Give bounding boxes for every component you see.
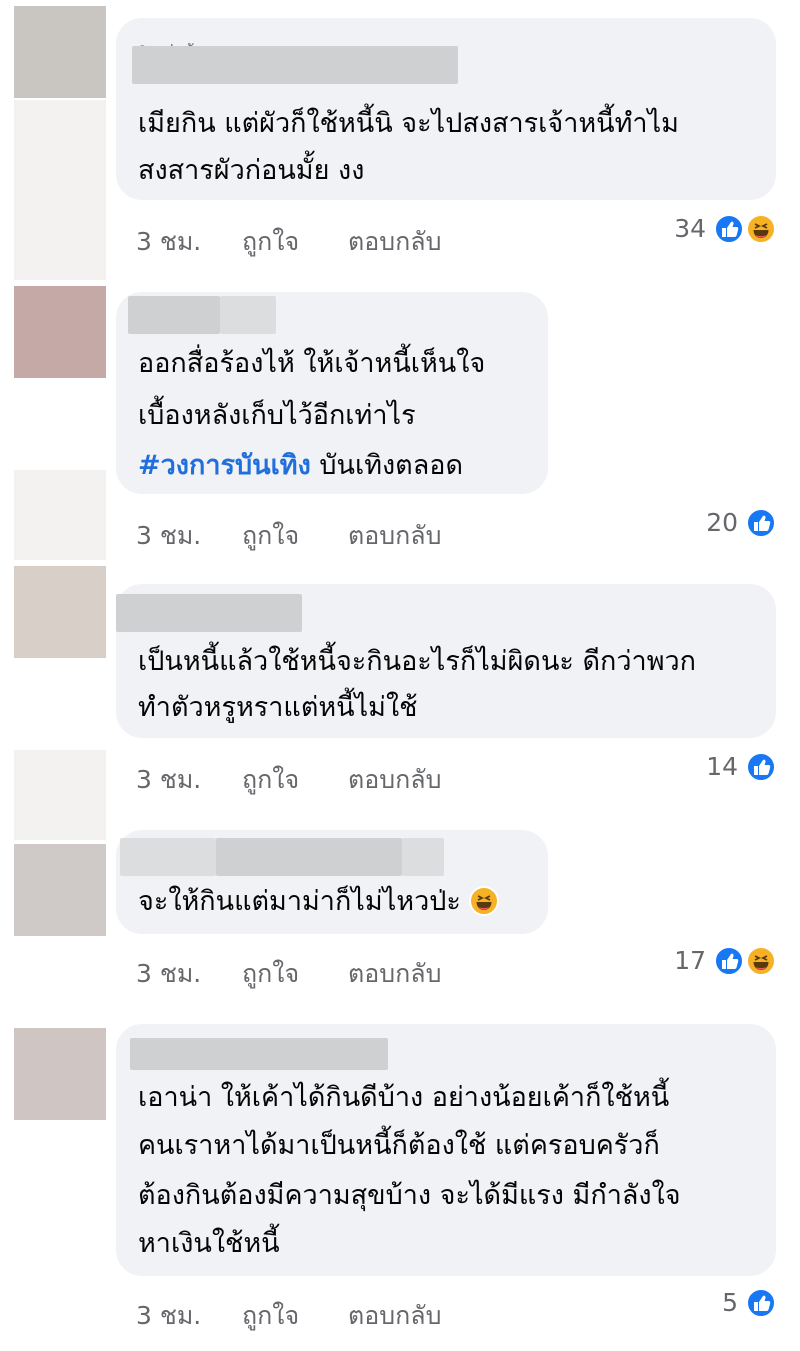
comment-text: #วงการบันเทิง บันเทิงตลอด xyxy=(138,448,463,484)
reaction-count[interactable]: 34 xyxy=(674,214,706,243)
avatar-placeholder xyxy=(14,470,106,560)
comment-text: เมียกิน แต่ผัวก็ใช้หนี้นิ จะไปสงสารเจ้าห… xyxy=(138,108,679,139)
avatar[interactable] xyxy=(14,6,106,98)
comment-time[interactable]: 3 ชม. xyxy=(136,222,201,262)
comment-bubble: ออกสื่อร้องไห้ ให้เจ้าหนี้เห็นใจ เบื้องห… xyxy=(116,292,548,494)
like-link[interactable]: ถูกใจ xyxy=(242,760,299,800)
like-icon xyxy=(714,946,744,976)
comment-bubble: จะให้กินแต่มาม่าก็ไม่ไหวป่ะ xyxy=(116,830,548,934)
like-icon xyxy=(746,752,776,782)
comment-text: เบื้องหลังเก็บไว้อีกเท่าไร xyxy=(138,400,416,431)
comment-text: ออกสื่อร้องไห้ ให้เจ้าหนี้เห็นใจ xyxy=(138,348,486,379)
comment-bubble: เป็นหนี้แล้วใช้หนี้จะกินอะไรก็ไม่ผิดนะ ด… xyxy=(116,584,776,738)
avatar[interactable] xyxy=(14,566,106,658)
comment-time[interactable]: 3 ชม. xyxy=(136,1296,201,1336)
hashtag-link[interactable]: #วงการบันเทิง xyxy=(138,450,311,481)
comment-text: คนเราหาได้มาเป็นหนี้ก็ต้องใช้ แต่ครอบครั… xyxy=(138,1130,660,1161)
comment-time[interactable]: 3 ชม. xyxy=(136,516,201,556)
comment-text: จะให้กินแต่มาม่าก็ไม่ไหวป่ะ xyxy=(138,884,500,920)
reaction-count[interactable]: 14 xyxy=(706,752,738,781)
reaction-count[interactable]: 17 xyxy=(674,946,706,975)
comment-text-tail: บันเทิงตลอด xyxy=(310,450,464,481)
avatar-placeholder xyxy=(14,750,106,840)
avatar[interactable] xyxy=(14,844,106,936)
avatar[interactable] xyxy=(14,286,106,378)
haha-icon xyxy=(746,214,776,244)
reply-link[interactable]: ตอบกลับ xyxy=(348,516,441,556)
comment-text: ต้องกินต้องมีความสุขบ้าง จะได้มีแรง มีกำ… xyxy=(138,1180,681,1211)
comment-bubble: ⊕ แฟนตัวยง เมียกิน แต่ผัวก็ใช้หนี้นิ จะไ… xyxy=(116,18,776,200)
reply-link[interactable]: ตอบกลับ xyxy=(348,760,441,800)
like-link[interactable]: ถูกใจ xyxy=(242,516,299,556)
comment-text: หาเงินใช้หนี้ xyxy=(138,1228,280,1259)
comment-text: ทำตัวหรูหราแต่หนี้ไม่ใช้ xyxy=(138,692,418,723)
commenter-name[interactable] xyxy=(128,296,220,334)
reaction-count[interactable]: 5 xyxy=(722,1288,738,1317)
comment-time[interactable]: 3 ชม. xyxy=(136,760,201,800)
reply-link[interactable]: ตอบกลับ xyxy=(348,222,441,262)
like-icon xyxy=(746,1288,776,1318)
reply-link[interactable]: ตอบกลับ xyxy=(348,1296,441,1336)
comment-text: สงสารผัวก่อนมั้ย งง xyxy=(138,155,365,186)
avatar-placeholder xyxy=(14,100,106,280)
reaction-count[interactable]: 20 xyxy=(706,508,738,537)
reply-link[interactable]: ตอบกลับ xyxy=(348,954,441,994)
comment-text: เอาน่า ให้เค้าได้กินดีบ้าง อย่างน้อยเค้า… xyxy=(138,1082,670,1113)
avatar[interactable] xyxy=(14,1028,106,1120)
laughing-emoji-icon xyxy=(469,886,500,916)
comment-bubble: เอาน่า ให้เค้าได้กินดีบ้าง อย่างน้อยเค้า… xyxy=(116,1024,776,1276)
like-icon xyxy=(746,508,776,538)
like-link[interactable]: ถูกใจ xyxy=(242,954,299,994)
comment-time[interactable]: 3 ชม. xyxy=(136,954,201,994)
comment-text-body: จะให้กินแต่มาม่าก็ไม่ไหวป่ะ xyxy=(138,886,461,917)
comment-text: เป็นหนี้แล้วใช้หนี้จะกินอะไรก็ไม่ผิดนะ ด… xyxy=(138,646,697,677)
commenter-name[interactable] xyxy=(402,838,444,876)
like-link[interactable]: ถูกใจ xyxy=(242,222,299,262)
commenter-name[interactable] xyxy=(120,838,216,876)
commenter-name[interactable] xyxy=(130,1038,388,1070)
commenter-name[interactable] xyxy=(220,296,276,334)
commenter-name[interactable] xyxy=(216,838,402,876)
like-icon xyxy=(714,214,744,244)
like-link[interactable]: ถูกใจ xyxy=(242,1296,299,1336)
haha-icon xyxy=(746,946,776,976)
commenter-name[interactable] xyxy=(116,594,302,632)
commenter-name[interactable] xyxy=(132,46,458,84)
